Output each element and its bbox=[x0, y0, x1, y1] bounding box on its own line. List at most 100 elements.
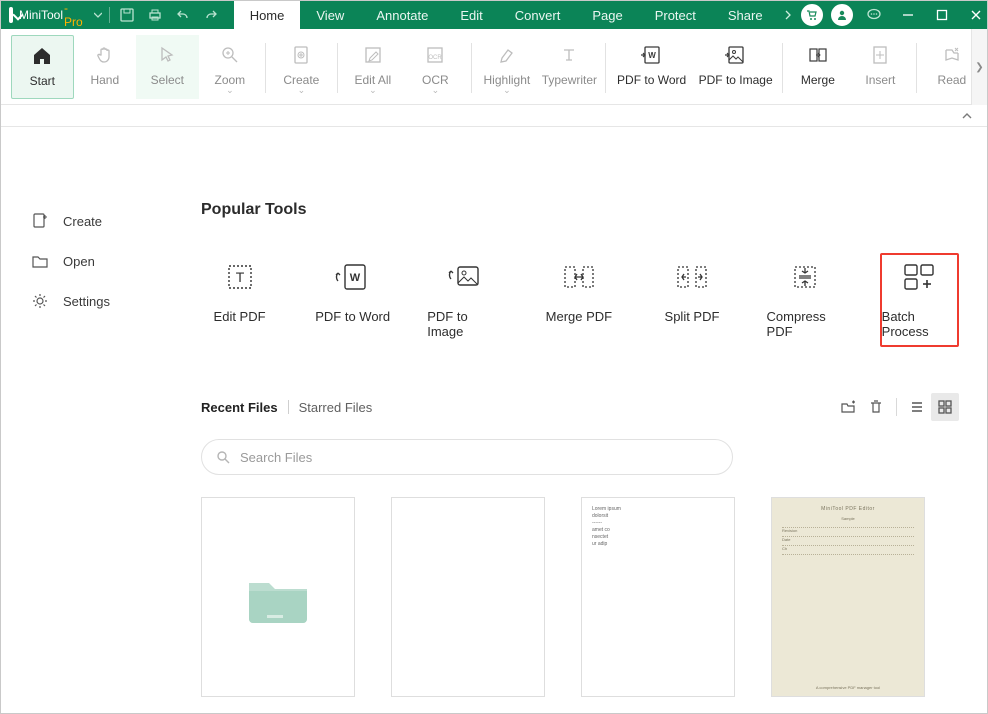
app-title: MiniTool-Pro bbox=[19, 1, 89, 29]
tool-batch-process[interactable]: Batch Process bbox=[880, 253, 959, 347]
user-icon[interactable] bbox=[831, 4, 853, 26]
gear-icon bbox=[31, 292, 49, 310]
sidebar-open[interactable]: Open bbox=[31, 241, 201, 281]
tool-pdf-to-word[interactable]: W PDF to Word bbox=[314, 259, 391, 347]
svg-text:W: W bbox=[648, 51, 656, 60]
merge-pdf-icon bbox=[561, 259, 597, 295]
folder-large-icon bbox=[243, 569, 313, 625]
redo-icon[interactable] bbox=[198, 1, 224, 29]
qat-dropdown[interactable] bbox=[91, 1, 105, 29]
home-icon bbox=[31, 42, 53, 70]
search-placeholder: Search Files bbox=[240, 450, 312, 465]
highlight-icon bbox=[496, 41, 518, 69]
svg-text:W: W bbox=[349, 272, 360, 284]
tool-edit-pdf[interactable]: T Edit PDF bbox=[201, 259, 278, 347]
menu-page[interactable]: Page bbox=[576, 1, 638, 29]
files-tabs: Recent Files Starred Files bbox=[201, 393, 959, 421]
cart-icon[interactable] bbox=[801, 4, 823, 26]
ribbon-ocr[interactable]: OCR OCR⌄ bbox=[404, 35, 467, 93]
create-icon bbox=[290, 41, 312, 69]
tab-starred-files[interactable]: Starred Files bbox=[299, 400, 383, 415]
tool-pdf-to-image[interactable]: PDF to Image bbox=[427, 259, 504, 347]
titlebar-right bbox=[797, 1, 988, 29]
menu-bar: Home View Annotate Edit Convert Page Pro… bbox=[234, 1, 797, 29]
content: Popular Tools T Edit PDF W PDF to Word P… bbox=[201, 127, 987, 713]
ribbon-typewriter[interactable]: Typewriter bbox=[538, 35, 601, 87]
read-icon bbox=[941, 41, 963, 69]
file-thumb-1[interactable] bbox=[201, 497, 355, 697]
merge-icon bbox=[807, 41, 829, 69]
edit-icon bbox=[362, 41, 384, 69]
ribbon-select[interactable]: Select bbox=[136, 35, 199, 99]
zoom-icon bbox=[219, 41, 241, 69]
svg-text:OCR: OCR bbox=[429, 55, 443, 61]
menu-annotate[interactable]: Annotate bbox=[360, 1, 444, 29]
ribbon-pdf-to-image[interactable]: PDF to Image bbox=[694, 35, 778, 87]
ribbon-collapse[interactable] bbox=[1, 105, 987, 127]
pdf-to-word-icon: W bbox=[639, 41, 665, 69]
file-thumb-2[interactable] bbox=[391, 497, 545, 697]
ribbon-highlight[interactable]: Highlight⌄ bbox=[476, 35, 539, 93]
undo-icon[interactable] bbox=[170, 1, 196, 29]
edit-pdf-icon: T bbox=[224, 259, 256, 295]
file-thumb-4[interactable]: MiniTool PDF Editor Sample Revision Date… bbox=[771, 497, 925, 697]
tab-recent-files[interactable]: Recent Files bbox=[201, 400, 288, 415]
sidebar-settings[interactable]: Settings bbox=[31, 281, 201, 321]
menu-protect[interactable]: Protect bbox=[639, 1, 712, 29]
ribbon-create[interactable]: Create⌄ bbox=[270, 35, 333, 93]
minimize-button[interactable] bbox=[891, 1, 925, 29]
search-icon bbox=[216, 450, 230, 464]
ribbon-edit-all[interactable]: Edit All⌄ bbox=[342, 35, 405, 93]
menu-edit[interactable]: Edit bbox=[444, 1, 498, 29]
ribbon-pdf-to-word[interactable]: W PDF to Word bbox=[610, 35, 694, 87]
insert-icon bbox=[869, 41, 891, 69]
ribbon: Start Hand Select Zoom⌄ Create⌄ Edit All… bbox=[1, 29, 987, 105]
tool-compress-pdf[interactable]: Compress PDF bbox=[767, 259, 844, 347]
sidebar: Create Open Settings bbox=[1, 127, 201, 713]
svg-text:T: T bbox=[235, 269, 244, 285]
grid-view-icon[interactable] bbox=[931, 393, 959, 421]
menu-share[interactable]: Share bbox=[712, 1, 779, 29]
ocr-icon: OCR bbox=[424, 41, 446, 69]
save-icon[interactable] bbox=[114, 1, 140, 29]
tool-merge-pdf[interactable]: Merge PDF bbox=[540, 259, 617, 347]
maximize-button[interactable] bbox=[925, 1, 959, 29]
file-thumb-3[interactable]: Lorem ipsumdolorsit------amet consectetu… bbox=[581, 497, 735, 697]
menu-home[interactable]: Home bbox=[234, 1, 301, 29]
typewriter-icon bbox=[558, 41, 580, 69]
close-button[interactable] bbox=[959, 1, 988, 29]
menu-view[interactable]: View bbox=[300, 1, 360, 29]
app-logo-icon bbox=[9, 7, 13, 23]
create-file-icon bbox=[31, 212, 49, 230]
sidebar-create[interactable]: Create bbox=[31, 201, 201, 241]
delete-icon[interactable] bbox=[862, 393, 890, 421]
list-view-icon[interactable] bbox=[903, 393, 931, 421]
tool-split-pdf[interactable]: Split PDF bbox=[653, 259, 730, 347]
cursor-icon bbox=[156, 41, 178, 69]
ribbon-hand[interactable]: Hand bbox=[74, 35, 137, 87]
ribbon-zoom[interactable]: Zoom⌄ bbox=[199, 35, 262, 93]
ribbon-merge[interactable]: Merge bbox=[787, 35, 850, 87]
print-icon[interactable] bbox=[142, 1, 168, 29]
recent-files-grid: Lorem ipsumdolorsit------amet consectetu… bbox=[201, 497, 959, 697]
menu-convert[interactable]: Convert bbox=[499, 1, 577, 29]
hand-icon bbox=[94, 41, 116, 69]
popular-tools-row: T Edit PDF W PDF to Word PDF to Image Me… bbox=[201, 259, 959, 347]
open-folder-icon[interactable] bbox=[834, 393, 862, 421]
pdf-image-icon bbox=[448, 259, 484, 295]
menu-overflow-icon[interactable] bbox=[779, 1, 797, 29]
batch-process-icon bbox=[901, 259, 937, 295]
compress-pdf-icon bbox=[789, 259, 821, 295]
popular-tools-heading: Popular Tools bbox=[201, 201, 959, 219]
pdf-to-image-icon bbox=[723, 41, 749, 69]
ribbon-overflow[interactable]: ❯ bbox=[971, 29, 987, 105]
ribbon-insert[interactable]: Insert bbox=[849, 35, 912, 87]
feedback-icon[interactable] bbox=[857, 1, 891, 29]
folder-icon bbox=[31, 252, 49, 270]
split-pdf-icon bbox=[674, 259, 710, 295]
quick-access-toolbar bbox=[89, 1, 226, 29]
search-input[interactable]: Search Files bbox=[201, 439, 733, 475]
pdf-word-icon: W bbox=[335, 259, 371, 295]
ribbon-start[interactable]: Start bbox=[11, 35, 74, 99]
titlebar: MiniTool-Pro Home View Annotate Edit Con… bbox=[1, 1, 987, 29]
